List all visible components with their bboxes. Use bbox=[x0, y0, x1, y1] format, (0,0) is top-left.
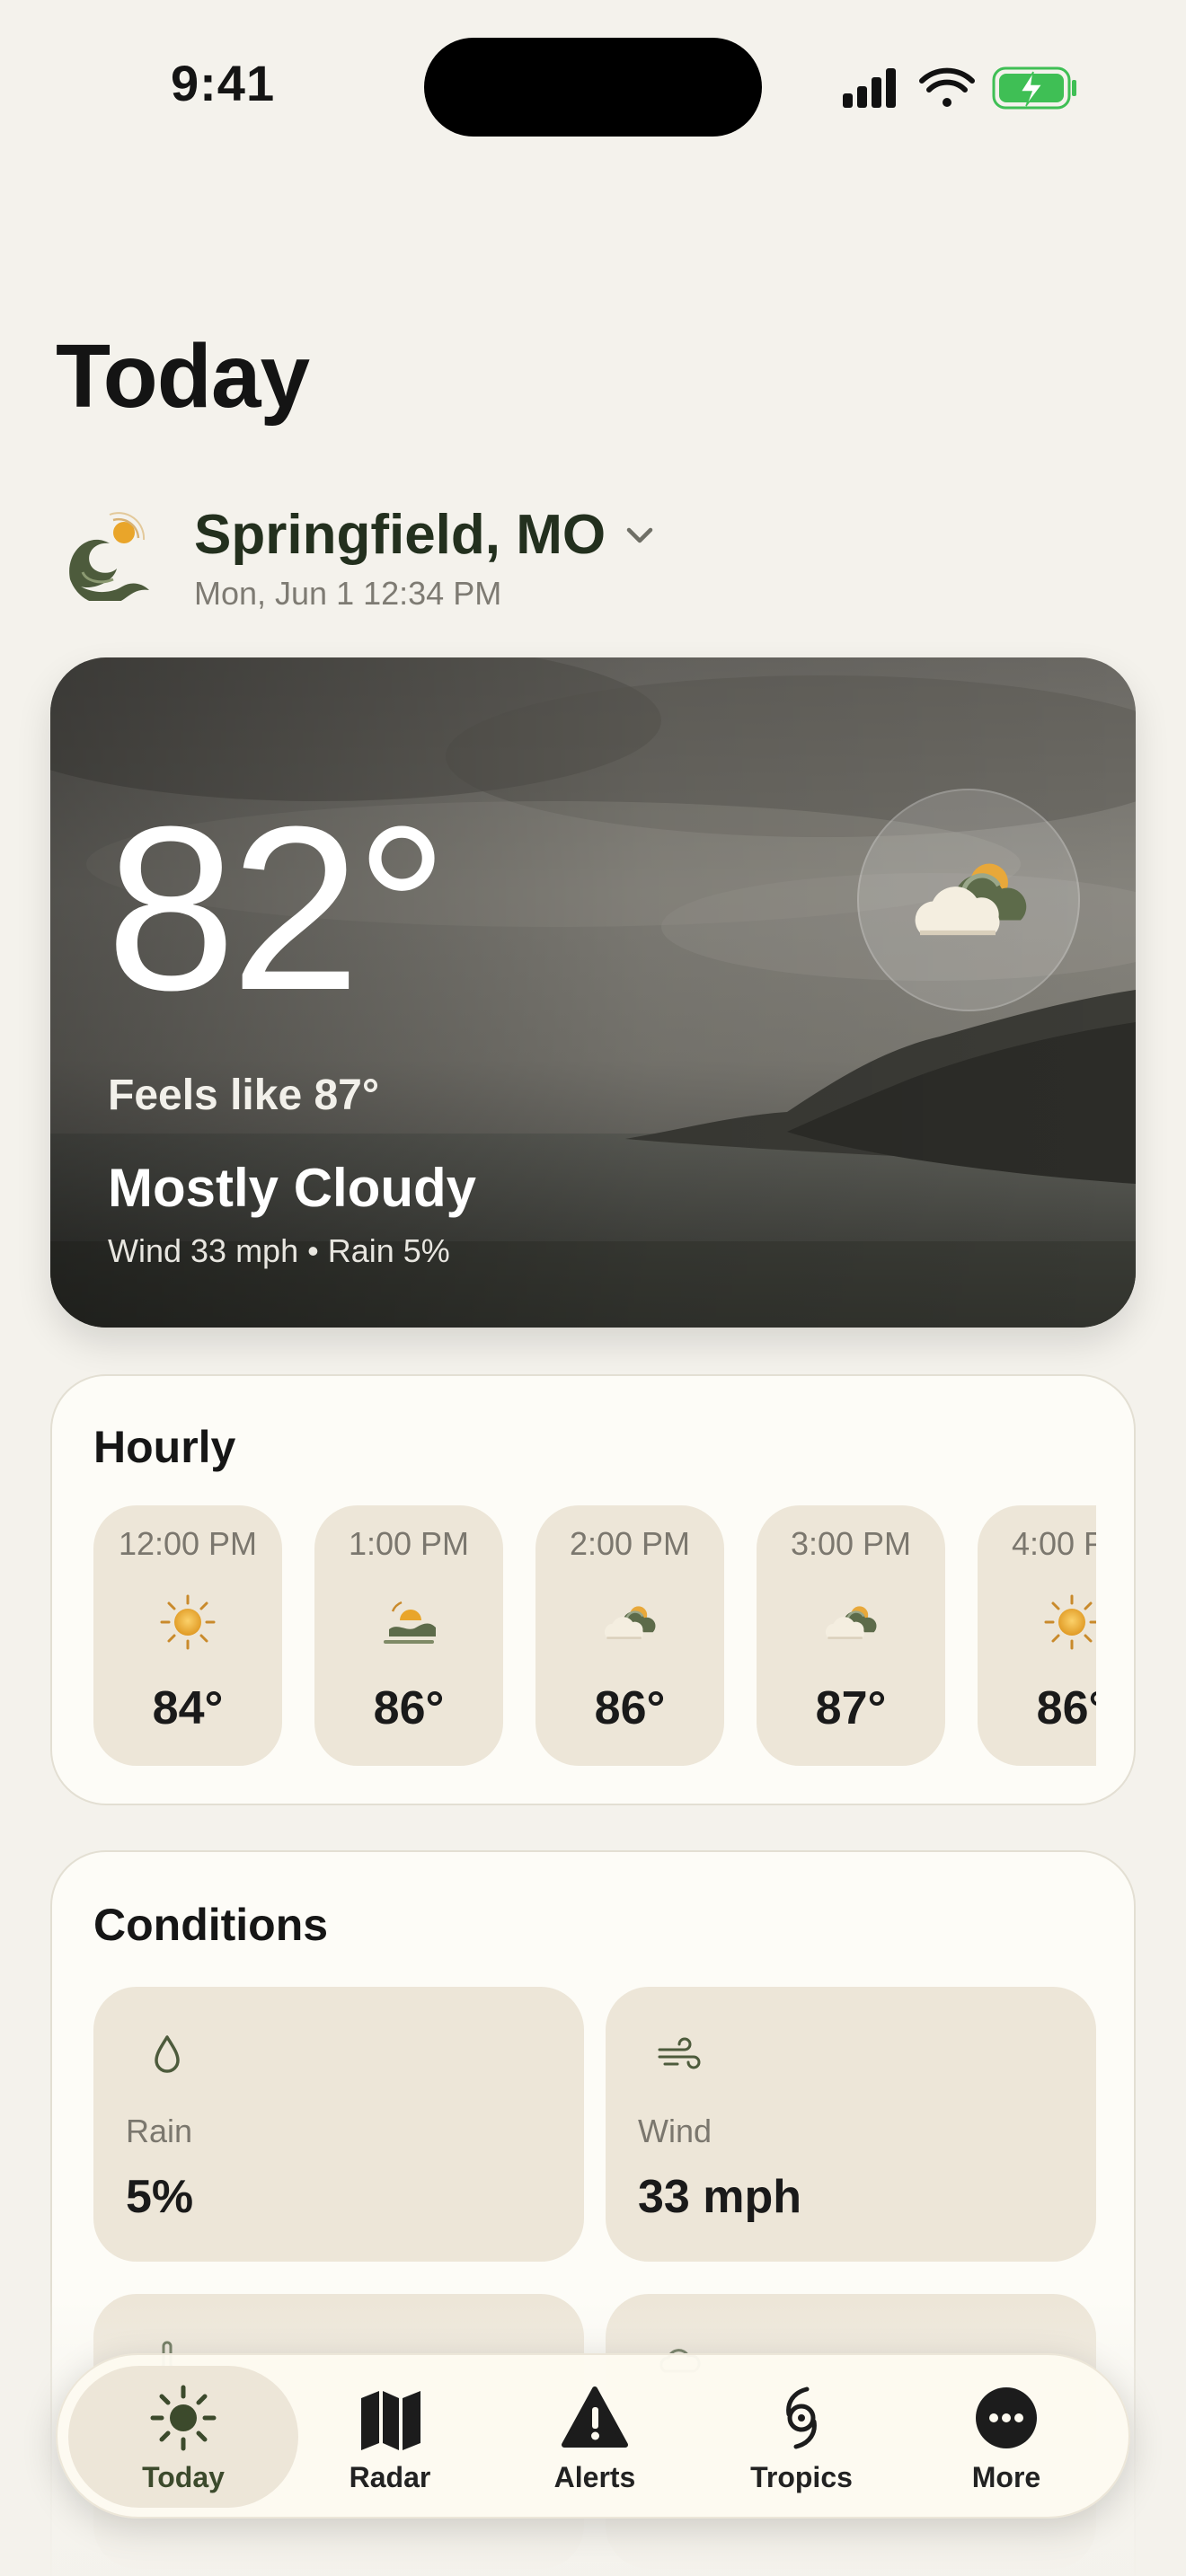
hourly-item[interactable]: 4:00 PM 86° bbox=[978, 1505, 1096, 1766]
tab-more[interactable]: More bbox=[891, 2366, 1121, 2508]
hour-temp: 84° bbox=[152, 1682, 224, 1734]
tab-radar[interactable]: Radar bbox=[275, 2366, 505, 2508]
current-temperature: 82° bbox=[106, 779, 448, 1039]
current-details: Wind 33 mph • Rain 5% bbox=[108, 1232, 450, 1269]
tab-bar: Today Radar Alerts Tropics More bbox=[56, 2353, 1130, 2519]
rain-value: 5% bbox=[126, 2171, 194, 2223]
tab-today-label: Today bbox=[142, 2461, 225, 2493]
cloudy-icon bbox=[907, 848, 1033, 948]
wind-value: 33 mph bbox=[638, 2171, 802, 2223]
tab-tropics-label: Tropics bbox=[750, 2461, 853, 2493]
hour-time: 3:00 PM bbox=[790, 1525, 912, 1562]
map-icon bbox=[361, 2391, 420, 2450]
hourly-scroll[interactable]: 12:00 PM 84° 1:00 PM 86° 2:00 PM 86° 3:0… bbox=[93, 1505, 1096, 1768]
sun-icon bbox=[150, 2385, 217, 2451]
hourly-title: Hourly bbox=[93, 1422, 236, 1472]
more-icon bbox=[976, 2387, 1037, 2448]
cloudy-icon bbox=[822, 1593, 880, 1651]
wind-icon bbox=[658, 2037, 701, 2069]
chevron-down-icon bbox=[626, 527, 653, 543]
page-title: Today bbox=[56, 326, 310, 427]
app-logo-icon bbox=[63, 507, 156, 604]
hour-time: 12:00 PM bbox=[118, 1525, 258, 1562]
warning-icon bbox=[562, 2386, 628, 2448]
hour-temp: 86° bbox=[594, 1682, 666, 1734]
sun-icon bbox=[1043, 1593, 1096, 1651]
sunset-icon bbox=[380, 1593, 438, 1651]
current-conditions-card[interactable]: 82° Feels like 87° Mostly Cloudy Wind 33… bbox=[50, 657, 1136, 1328]
cloudy-icon bbox=[601, 1593, 659, 1651]
condition-badge bbox=[857, 789, 1080, 1011]
rain-tile[interactable]: Rain 5% bbox=[93, 1987, 584, 2262]
wind-tile[interactable]: Wind 33 mph bbox=[606, 1987, 1096, 2262]
dynamic-island bbox=[424, 38, 762, 137]
location-selector[interactable]: Springfield, MO bbox=[194, 503, 658, 567]
tab-today[interactable]: Today bbox=[68, 2366, 298, 2508]
hourly-card: Hourly 12:00 PM 84° 1:00 PM 86° 2:00 PM … bbox=[50, 1374, 1136, 1805]
hour-time: 4:00 PM bbox=[1011, 1525, 1096, 1562]
tab-alerts[interactable]: Alerts bbox=[480, 2366, 710, 2508]
hour-temp: 87° bbox=[815, 1682, 887, 1734]
cellular-signal-icon bbox=[843, 68, 896, 108]
hour-temp: 86° bbox=[1036, 1682, 1096, 1734]
tab-tropics[interactable]: Tropics bbox=[686, 2366, 916, 2508]
conditions-title: Conditions bbox=[93, 1900, 329, 1950]
hour-time: 1:00 PM bbox=[348, 1525, 470, 1562]
wifi-icon bbox=[919, 67, 975, 107]
feels-like-temperature: Feels like 87° bbox=[108, 1072, 380, 1119]
hourly-item[interactable]: 3:00 PM 87° bbox=[757, 1505, 945, 1766]
raindrop-icon bbox=[155, 2035, 180, 2073]
status-time: 9:41 bbox=[171, 55, 276, 111]
location-datetime: Mon, Jun 1 12:34 PM bbox=[194, 575, 502, 612]
hourly-item[interactable]: 12:00 PM 84° bbox=[93, 1505, 282, 1766]
rain-label: Rain bbox=[126, 2113, 193, 2149]
tab-more-label: More bbox=[971, 2461, 1041, 2493]
hurricane-icon bbox=[786, 2386, 817, 2449]
status-bar: 9:41 bbox=[0, 0, 1186, 171]
tab-alerts-label: Alerts bbox=[553, 2461, 636, 2493]
wind-label: Wind bbox=[638, 2113, 712, 2149]
current-condition: Mostly Cloudy bbox=[108, 1158, 477, 1218]
battery-charging-icon bbox=[992, 66, 1076, 110]
hourly-item[interactable]: 2:00 PM 86° bbox=[535, 1505, 724, 1766]
status-icons bbox=[841, 65, 1078, 111]
tab-radar-label: Radar bbox=[349, 2461, 431, 2493]
hour-time: 2:00 PM bbox=[569, 1525, 691, 1562]
sun-icon bbox=[159, 1593, 217, 1651]
location-name: Springfield, MO bbox=[194, 504, 606, 566]
hour-temp: 86° bbox=[373, 1682, 445, 1734]
hourly-item[interactable]: 1:00 PM 86° bbox=[314, 1505, 503, 1766]
